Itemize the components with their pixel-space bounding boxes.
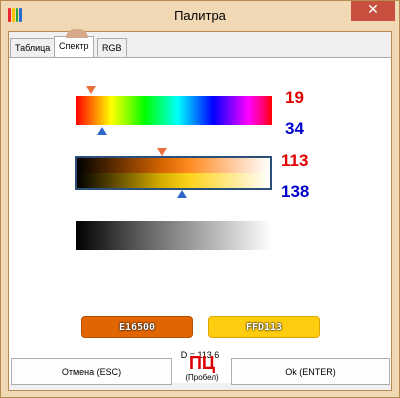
tab-table[interactable]: Таблица (10, 38, 56, 57)
swap-mark-hint: (Пробел) (185, 373, 219, 382)
hue-top-value: 19 (285, 88, 304, 107)
shade-selector[interactable] (75, 156, 272, 190)
palette-window: Палитра ✕ Таблица Спектр RGB 19 34 113 1… (0, 0, 400, 398)
shade-top-value: 113 (281, 151, 309, 170)
window-title: Палитра (174, 8, 226, 23)
tab-spectrum[interactable]: Спектр (54, 29, 94, 58)
tab-spectrum-label: Спектр (59, 41, 89, 51)
close-button[interactable]: ✕ (351, 1, 395, 21)
shade-top-marker-icon[interactable] (157, 148, 167, 156)
swap-mark[interactable]: ПЦ (Пробел) (175, 354, 229, 382)
hue-top-marker-icon[interactable] (86, 86, 96, 94)
shade-bar-orange[interactable] (77, 158, 270, 173)
hue-spectrum-bar[interactable] (76, 96, 272, 125)
window-client: Таблица Спектр RGB 19 34 113 138 E16500 … (8, 29, 392, 391)
tab-rgb[interactable]: RGB (97, 38, 127, 57)
hue-bottom-value: 34 (285, 119, 304, 138)
spectrum-panel: 19 34 113 138 E16500 FFD113 D = 113.6 (9, 57, 391, 383)
shade-bottom-value: 138 (281, 182, 310, 201)
tab-notch-icon (66, 29, 88, 38)
swap-mark-label: ПЦ (188, 353, 216, 373)
grayscale-bar (76, 221, 272, 250)
title-bar: Палитра ✕ (1, 1, 399, 31)
ok-button[interactable]: Ok (ENTER) (231, 358, 390, 385)
hue-bottom-marker-icon[interactable] (97, 127, 107, 135)
cancel-button[interactable]: Отмена (ESC) (11, 358, 172, 385)
shade-bottom-marker-icon[interactable] (177, 190, 187, 198)
first-color-swatch[interactable]: E16500 (81, 316, 193, 338)
second-color-swatch[interactable]: FFD113 (208, 316, 320, 338)
shade-bar-yellow[interactable] (77, 173, 270, 188)
